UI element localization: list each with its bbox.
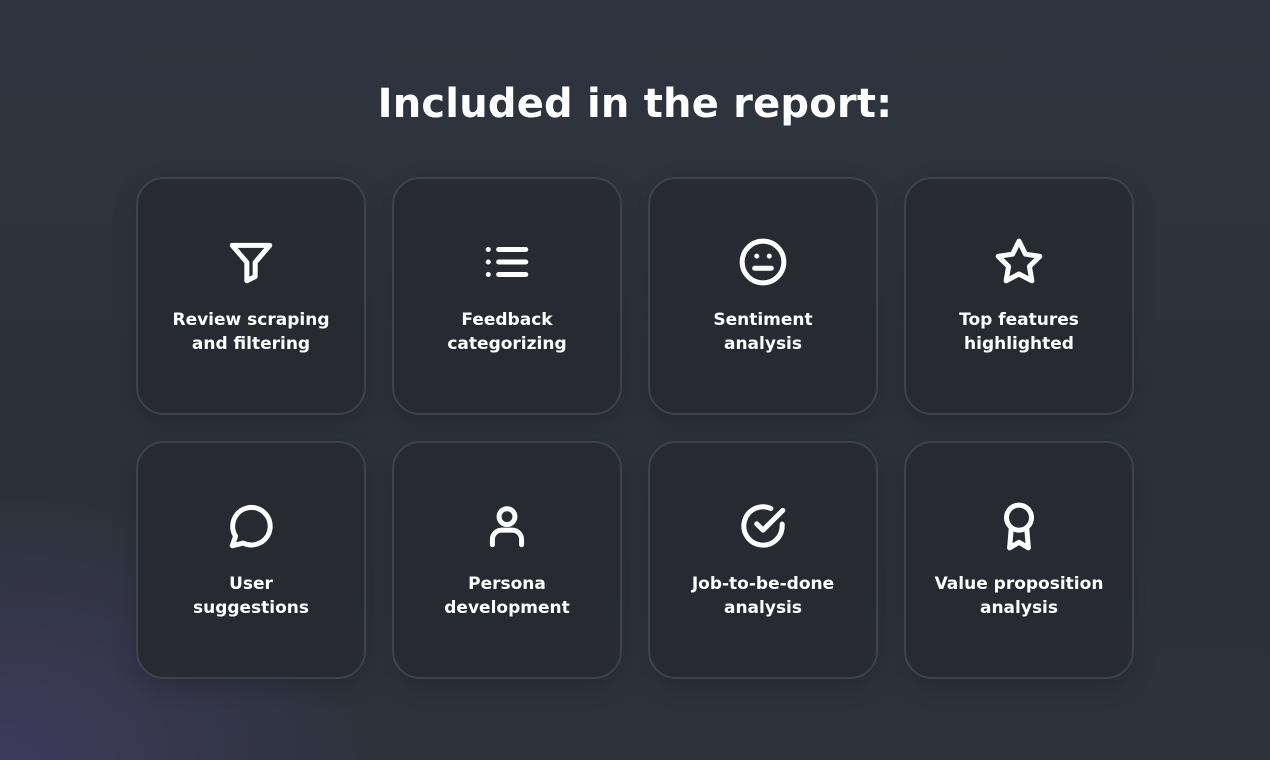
feature-card-label: Job-to-be-done analysis <box>691 574 835 618</box>
feature-card-persona-development: Persona development <box>392 441 622 679</box>
feature-card-label: Top features highlighted <box>959 310 1079 354</box>
feature-card-user-suggestions: User suggestions <box>136 441 366 679</box>
feature-card-label: Review scraping and filtering <box>172 310 330 354</box>
feature-card-label: User suggestions <box>192 574 310 618</box>
feature-card-label: Value proposition analysis <box>934 574 1104 618</box>
check-circle-icon <box>738 501 788 551</box>
feature-card-review-scraping: Review scraping and filtering <box>136 177 366 415</box>
list-icon <box>482 237 532 287</box>
feature-card-job-to-be-done: Job-to-be-done analysis <box>648 441 878 679</box>
award-ribbon-icon <box>994 501 1044 551</box>
feature-grid: Review scraping and filtering Feedback c… <box>136 177 1134 679</box>
user-icon <box>482 501 532 551</box>
feature-card-value-proposition: Value proposition analysis <box>904 441 1134 679</box>
feature-card-label: Persona development <box>444 574 570 618</box>
feature-card-top-features: Top features highlighted <box>904 177 1134 415</box>
feature-card-feedback-categorizing: Feedback categorizing <box>392 177 622 415</box>
neutral-face-icon <box>738 237 788 287</box>
feature-card-label: Feedback categorizing <box>447 310 567 354</box>
chat-bubble-icon <box>226 501 276 551</box>
page-title: Included in the report: <box>377 81 893 127</box>
feature-card-sentiment-analysis: Sentiment analysis <box>648 177 878 415</box>
filter-icon <box>226 237 276 287</box>
feature-card-label: Sentiment analysis <box>713 310 813 354</box>
star-icon <box>994 237 1044 287</box>
